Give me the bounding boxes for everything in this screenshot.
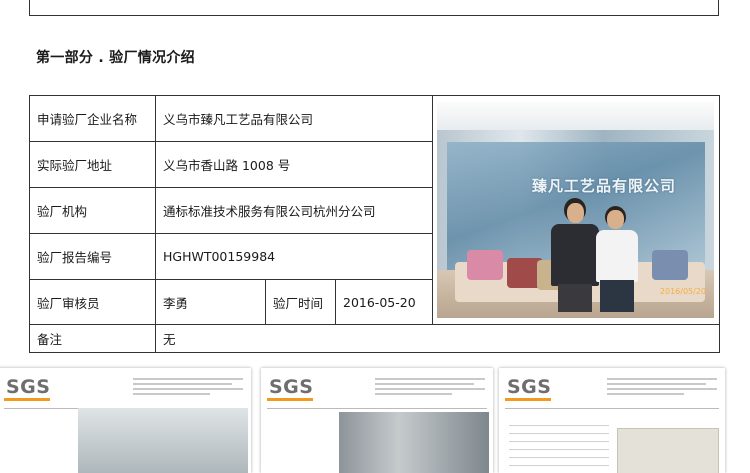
auditor-value: 李勇: [163, 295, 189, 311]
remark-value: 无: [163, 332, 176, 347]
agency-value: 通标标准技术服务有限公司杭州分公司: [163, 204, 376, 219]
report-number-label: 验厂报告编号: [37, 250, 113, 265]
address-value: 义乌市香山路 1008 号: [163, 158, 291, 173]
business-license-image: [617, 428, 719, 473]
previous-section-box: [29, 0, 719, 16]
company-info-table-image: [509, 418, 609, 473]
sgs-logo: SGS: [507, 376, 552, 398]
sgs-logo: SGS: [6, 376, 51, 398]
column-divider: [432, 96, 433, 324]
sgs-accent-bar: [267, 398, 313, 401]
report-thumbnail-1[interactable]: SGS: [0, 368, 251, 473]
inspection-info-table: 申请验厂企业名称 义乌市臻凡工艺品有限公司 实际验厂地址 义乌市香山路 1008…: [29, 95, 720, 353]
thumbnail-header-text: [375, 378, 485, 398]
company-name-label: 申请验厂企业名称: [37, 112, 138, 127]
address-label: 实际验厂地址: [37, 158, 113, 173]
agency-label: 验厂机构: [37, 204, 88, 219]
photo-timestamp: 2016/05/20: [659, 287, 706, 296]
audit-date-value: 2016-05-20: [343, 294, 416, 310]
remark-label: 备注: [37, 332, 63, 347]
factory-visit-photo: 臻凡工艺品有限公司 2016/05/20: [437, 102, 714, 318]
thumbnail-header-text: [133, 378, 243, 398]
report-thumbnail-2[interactable]: SGS: [261, 368, 493, 473]
sgs-accent-bar: [505, 398, 551, 401]
sgs-logo: SGS: [269, 376, 314, 398]
auditor-label: 验厂审核员: [37, 295, 100, 311]
report-number-value: HGHWT00159984: [163, 249, 276, 264]
factory-interior-image: [78, 408, 248, 473]
report-thumbnail-3[interactable]: SGS: [499, 368, 725, 473]
company-sign-text: 臻凡工艺品有限公司: [532, 177, 677, 195]
section-title: 第一部分 . 验厂情况介绍: [36, 50, 195, 66]
thumbnail-header-text: [607, 378, 717, 398]
sgs-accent-bar: [4, 398, 50, 401]
factory-building-image: [339, 412, 489, 473]
company-name-value: 义乌市臻凡工艺品有限公司: [163, 112, 314, 127]
audit-date-label: 验厂时间: [273, 295, 324, 311]
